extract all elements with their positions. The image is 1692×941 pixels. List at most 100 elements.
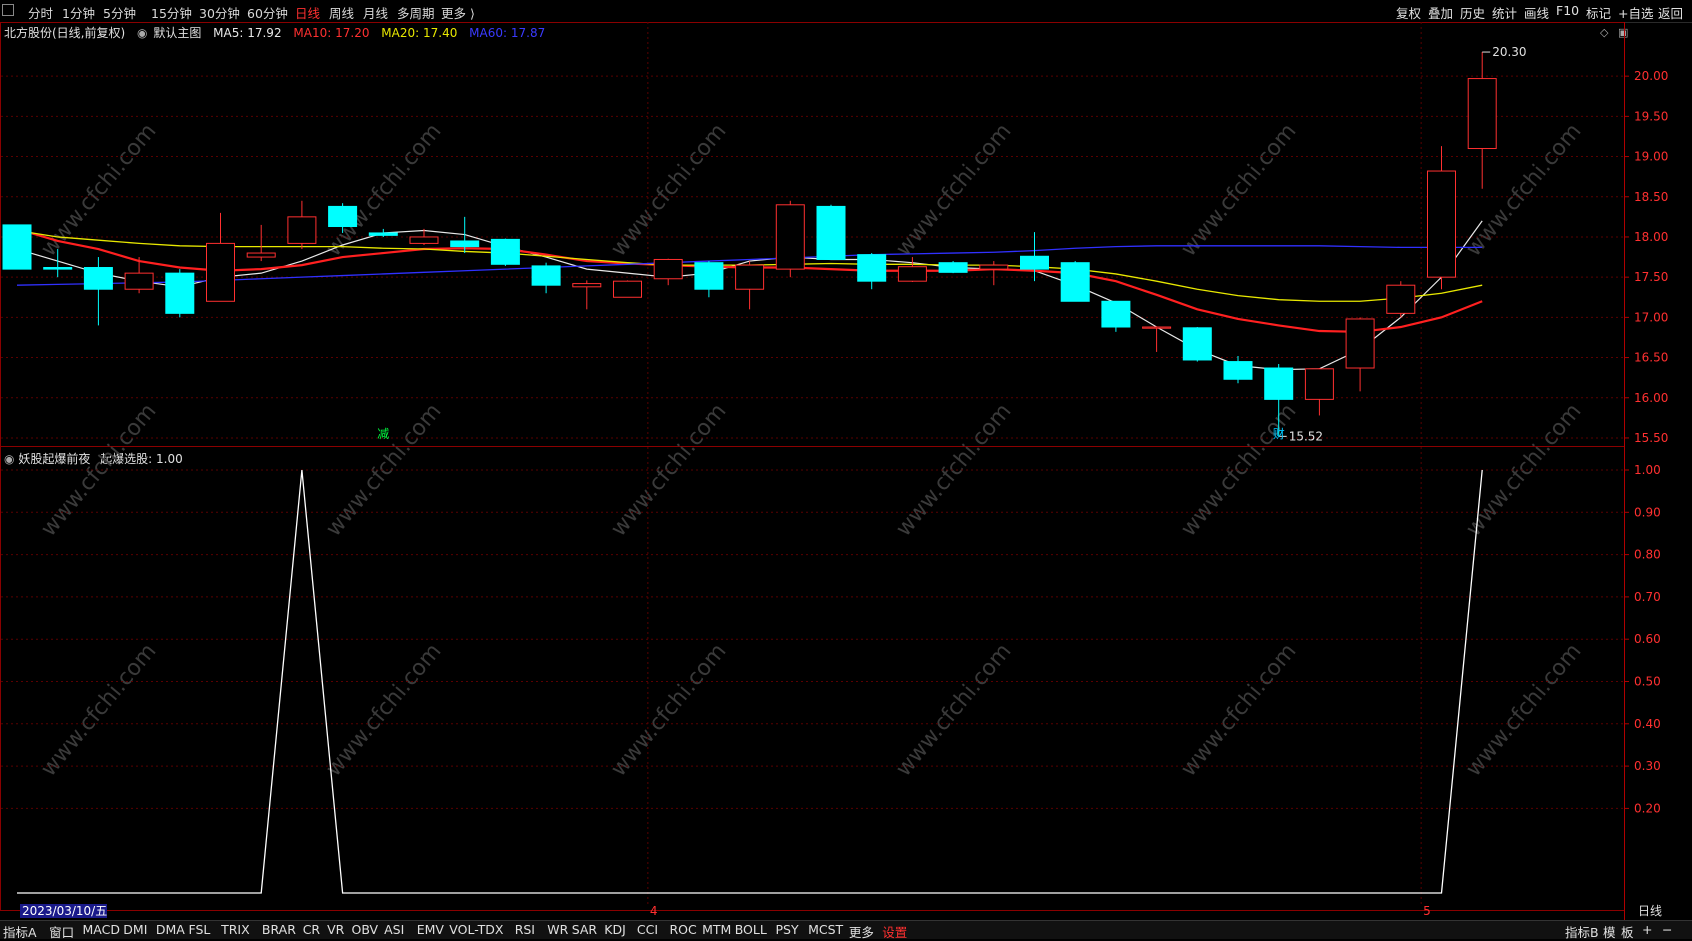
indicator-tab-25[interactable]: 设置 (882, 922, 907, 941)
candle-body (1304, 368, 1334, 400)
sub-y-tick-label: 1.00 (1634, 463, 1661, 477)
candle-body (83, 267, 113, 290)
chart-area[interactable]: www.cfchi.com www.cfchi.com www.cfchi.com w… (0, 0, 1692, 920)
watermark-text: www.cfchi.com (1176, 119, 1301, 261)
candle-body (165, 272, 195, 314)
candle (735, 261, 765, 310)
candle-body (572, 283, 602, 288)
candle-body (490, 238, 520, 265)
main-panel-border (0, 22, 1625, 447)
indicator-tab-17[interactable]: KDJ (604, 922, 626, 937)
price-annotation: 15.52 (1289, 429, 1323, 443)
candle (165, 269, 195, 318)
watermark-text: www.cfchi.com (606, 639, 731, 781)
indicator-tab-21[interactable]: BOLL (735, 922, 767, 937)
candle (1223, 355, 1253, 384)
indicator-tab-1[interactable]: 窗口 (49, 922, 74, 941)
indicator-tab-5[interactable]: FSL (189, 922, 211, 937)
candle (1467, 52, 1497, 189)
main-y-tick-label: 15.50 (1634, 431, 1668, 445)
indicator-bar-right-4[interactable]: − (1662, 922, 1672, 937)
indicator-tab-8[interactable]: CR (303, 922, 320, 937)
candle (1060, 261, 1090, 302)
candle (653, 258, 683, 286)
main-y-tick-label: 19.00 (1634, 150, 1668, 164)
indicator-tab-18[interactable]: CCI (637, 922, 658, 937)
indicator-bar-right-3[interactable]: + (1642, 922, 1652, 937)
watermark-text: www.cfchi.com (891, 639, 1016, 781)
event-marker: 财 (1273, 427, 1285, 441)
candle-body (287, 216, 317, 244)
candle-body (775, 204, 805, 270)
indicator-tab-4[interactable]: DMA (156, 922, 185, 937)
indicator-tab-19[interactable]: ROC (670, 922, 697, 937)
indicator-bar-right-2[interactable]: 板 (1621, 922, 1634, 941)
candle (246, 224, 276, 262)
candle-body (409, 236, 439, 244)
indicator-tab-14[interactable]: RSI (515, 922, 535, 937)
indicator-tab-16[interactable]: SAR (572, 922, 597, 937)
main-y-tick-label: 18.00 (1634, 230, 1668, 244)
indicator-tab-22[interactable]: PSY (776, 922, 799, 937)
watermark-text: www.cfchi.com (891, 119, 1016, 261)
candle-body (613, 280, 642, 298)
candle (857, 253, 887, 290)
indicator-bar-right-1[interactable]: 模 (1603, 922, 1616, 941)
indicator-tab-11[interactable]: ASI (384, 922, 404, 937)
candle-body (1386, 284, 1416, 314)
sub-y-tick-label: 0.30 (1634, 759, 1661, 773)
sub-panel-border (0, 446, 1625, 911)
indicator-tab-12[interactable]: EMV (417, 922, 444, 937)
candle-body (1182, 327, 1212, 361)
candle (1142, 326, 1172, 352)
indicator-bar-right-0[interactable]: 指标B (1565, 922, 1599, 941)
candle (938, 261, 968, 274)
candle-body (1467, 78, 1497, 150)
indicator-tab-10[interactable]: OBV (352, 922, 379, 937)
candle-body (1223, 361, 1253, 380)
sub-y-tick-label: 0.50 (1634, 675, 1661, 689)
candle-body (1020, 255, 1049, 270)
indicator-tab-2[interactable]: MACD (83, 922, 120, 937)
candle (2, 224, 32, 270)
sub-y-tick-label: 0.20 (1634, 801, 1661, 815)
candle (897, 257, 927, 282)
indicator-tab-15[interactable]: WR (547, 922, 568, 937)
indicator-tab-23[interactable]: MCST (808, 922, 843, 937)
main-y-tick-label: 16.50 (1634, 351, 1668, 365)
indicator-tab-6[interactable]: TRIX (221, 922, 250, 937)
candle (1101, 300, 1131, 332)
watermark-text: www.cfchi.com (1461, 639, 1586, 781)
indicator-tab-24[interactable]: 更多 (849, 922, 874, 941)
candle-body (1345, 318, 1375, 369)
candle-body (43, 267, 73, 270)
candle-body (938, 262, 968, 273)
main-y-tick-label: 18.50 (1634, 190, 1668, 204)
candle (572, 280, 602, 310)
watermark-text: www.cfchi.com (321, 639, 446, 781)
candle-body (124, 272, 154, 290)
candle (287, 200, 317, 250)
candle-body (328, 205, 358, 228)
main-y-tick-label: 17.00 (1634, 310, 1668, 324)
candle-body (857, 254, 887, 282)
candle-body (246, 252, 276, 258)
candle (1345, 317, 1375, 392)
indicator-tab-20[interactable]: MTM (702, 922, 731, 937)
main-y-tick-label: 19.50 (1634, 109, 1668, 123)
candle (1386, 281, 1416, 318)
candle-body (735, 264, 765, 290)
candle-body (979, 264, 1009, 270)
candle-body (653, 258, 683, 280)
watermark-text: www.cfchi.com (606, 119, 731, 261)
month-label: 4 (650, 904, 658, 918)
indicator-tab-3[interactable]: DMI (123, 922, 147, 937)
indicator-tab-13[interactable]: VOL-TDX (449, 922, 503, 937)
candle-body (1427, 170, 1456, 278)
watermark-text: www.cfchi.com (36, 639, 161, 781)
indicator-tab-7[interactable]: BRAR (262, 922, 296, 937)
indicator-tab-9[interactable]: VR (327, 922, 344, 937)
indicator-bar: 指标A 窗口 MACD DMI DMA FSL TRIX BRAR CR VR OBV ASI EMV V… (0, 920, 1692, 941)
indicator-tab-0[interactable]: 指标A (3, 922, 37, 941)
month-label: 5 (1423, 904, 1431, 918)
